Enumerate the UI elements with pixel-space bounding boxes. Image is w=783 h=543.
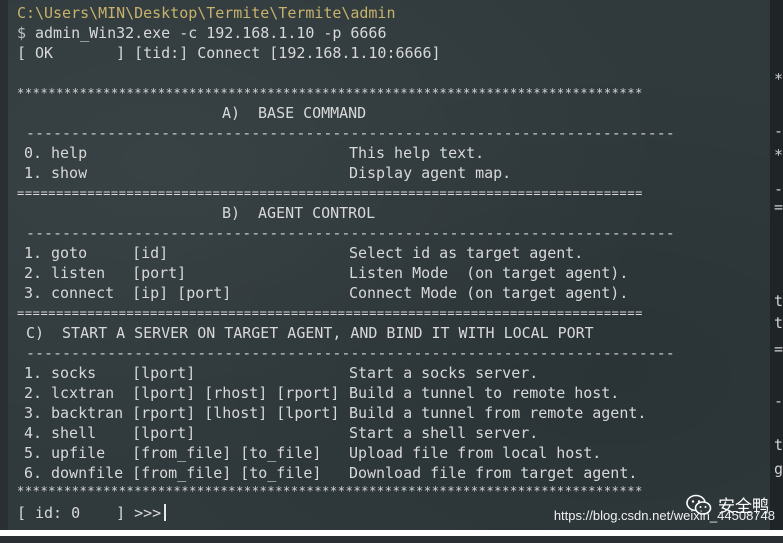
- command-desc: Display agent map.: [349, 164, 512, 182]
- section-a-title: A) BASE COMMAND: [222, 104, 367, 122]
- connect-status: [ OK ] [tid:] Connect [192.168.1.10:6666…: [17, 44, 441, 62]
- command-desc: This help text.: [349, 144, 485, 162]
- bg-glyph: -: [774, 122, 783, 140]
- command-name: 3. connect [ip] [port]: [24, 284, 232, 302]
- command-line: $ admin_Win32.exe -c 192.168.1.10 -p 666…: [17, 23, 386, 43]
- list-item: 4. shell [lport] Start a shell server.: [17, 423, 757, 443]
- bg-glyph: *: [774, 146, 783, 164]
- list-item: 0. help This help text.: [17, 143, 757, 163]
- command-name: 2. lcxtran [lport] [rhost] [rport]: [24, 384, 340, 402]
- bg-glyph: t: [774, 436, 783, 454]
- command-name: 3. backtran [rport] [lhost] [lport]: [24, 404, 340, 422]
- command-name: 6. downfile [from_file] [to_file]: [24, 464, 322, 482]
- page-bottom-strip: [0, 530, 783, 536]
- command-name: 4. shell [lport]: [24, 424, 196, 442]
- bg-glyph: g: [774, 460, 783, 478]
- dash-divider: ----------------------------------------…: [26, 344, 675, 362]
- equals-divider: ========================================…: [17, 306, 643, 320]
- list-item: 6. downfile [from_file] [to_file] Downlo…: [17, 463, 757, 483]
- list-item: 3. connect [ip] [port] Connect Mode (on …: [17, 283, 757, 303]
- command-name: 1. socks [lport]: [24, 364, 196, 382]
- dash-divider: ----------------------------------------…: [26, 224, 675, 242]
- command-name: 1. show: [24, 164, 88, 182]
- command-desc: Build a tunnel from remote agent.: [349, 404, 647, 422]
- section-b-title: B) AGENT CONTROL: [222, 204, 376, 222]
- command-desc: Listen Mode (on target agent).: [349, 264, 629, 282]
- bg-glyph: -: [774, 392, 783, 410]
- background-window: * - * - = t t = - t g: [770, 0, 783, 536]
- bg-glyph: t: [774, 292, 783, 310]
- section-c-title: C) START A SERVER ON TARGET AGENT, AND B…: [26, 324, 594, 342]
- list-item: 1. goto [id] Select id as target agent.: [17, 243, 757, 263]
- command-desc: Build a tunnel to remote host.: [349, 384, 620, 402]
- command-desc: Start a shell server.: [349, 424, 539, 442]
- command-name: 2. listen [port]: [24, 264, 187, 282]
- stars-divider: ****************************************…: [17, 484, 643, 498]
- bg-glyph: t: [774, 314, 783, 332]
- stars-divider: ****************************************…: [17, 86, 643, 100]
- list-item: 2. listen [port] Listen Mode (on target …: [17, 263, 757, 283]
- equals-divider: ========================================…: [17, 186, 643, 200]
- input-line[interactable]: [ id: 0 ] >>>: [17, 503, 167, 523]
- dash-divider: ----------------------------------------…: [26, 124, 675, 142]
- bg-glyph: =: [774, 198, 783, 216]
- command-name: 0. help: [24, 144, 88, 162]
- input-prompt: [ id: 0 ] >>>: [17, 504, 162, 522]
- current-path: C:\Users\MIN\Desktop\Termite\Termite\adm…: [17, 4, 396, 22]
- command-desc: Upload file from local host.: [349, 444, 602, 462]
- text-cursor: [164, 504, 167, 521]
- command-desc: Download file from target agent.: [349, 464, 638, 482]
- command-desc: Connect Mode (on target agent).: [349, 284, 629, 302]
- command-text: admin_Win32.exe -c 192.168.1.10 -p 6666: [35, 24, 387, 42]
- list-item: 1. socks [lport] Start a socks server.: [17, 363, 757, 383]
- command-desc: Select id as target agent.: [349, 244, 584, 262]
- bg-glyph: -: [774, 180, 783, 198]
- list-item: 5. upfile [from_file] [to_file] Upload f…: [17, 443, 757, 463]
- command-name: 5. upfile [from_file] [to_file]: [24, 444, 322, 462]
- bg-glyph: *: [774, 70, 783, 88]
- command-name: 1. goto [id]: [24, 244, 169, 262]
- watermark-url: https://blog.csdn.net/weixin_44508748: [553, 508, 775, 523]
- list-item: 3. backtran [rport] [lhost] [lport] Buil…: [17, 403, 757, 423]
- list-item: 2. lcxtran [lport] [rhost] [rport] Build…: [17, 383, 757, 403]
- command-desc: Start a socks server.: [349, 364, 539, 382]
- terminal-window[interactable]: C:\Users\MIN\Desktop\Termite\Termite\adm…: [8, 0, 770, 536]
- prompt-symbol: $: [17, 24, 27, 42]
- bg-glyph: =: [774, 340, 783, 358]
- list-item: 1. show Display agent map.: [17, 163, 757, 183]
